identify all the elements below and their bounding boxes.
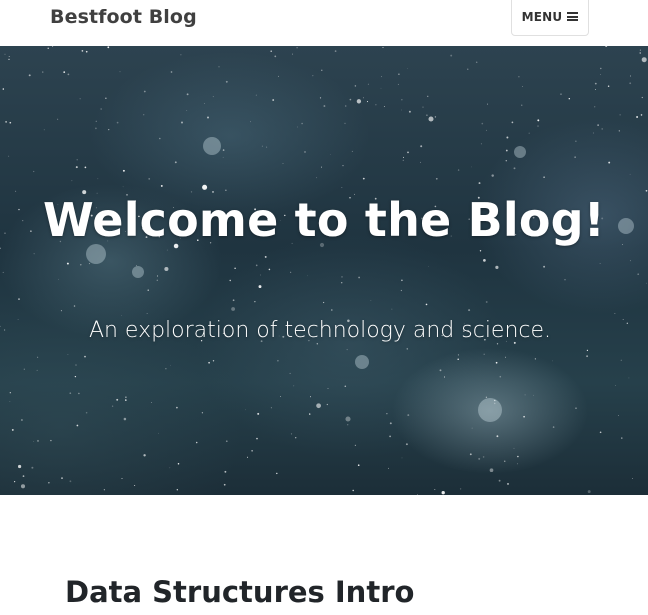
menu-button[interactable]: MENU — [511, 0, 589, 36]
hero-header: Welcome to the Blog! An exploration of t… — [0, 46, 648, 495]
hero-subtitle: An exploration of technology and science… — [88, 318, 552, 343]
brand-link[interactable]: Bestfoot Blog — [50, 4, 197, 30]
top-navbar: Bestfoot Blog MENU — [0, 0, 648, 46]
post-title-link[interactable]: Data Structures Intro — [65, 572, 414, 612]
hero-content: Welcome to the Blog! An exploration of t… — [0, 46, 648, 495]
menu-label: MENU — [521, 9, 563, 24]
hamburger-icon — [567, 12, 579, 21]
hero-title: Welcome to the Blog! — [43, 193, 605, 247]
